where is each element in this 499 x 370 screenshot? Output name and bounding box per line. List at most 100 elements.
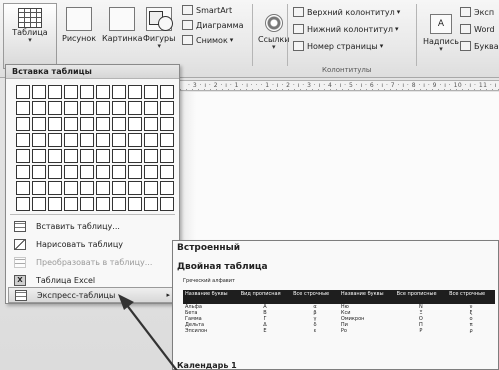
grid-cell[interactable] <box>144 197 158 211</box>
grid-cell[interactable] <box>160 117 174 131</box>
grid-cell[interactable] <box>64 181 78 195</box>
gallery-item-title[interactable]: Двойная таблица <box>177 262 268 272</box>
horizontal-ruler[interactable]: · 3 · ı · 2 · ı · 1 · ı · · · 1 · ı · 2 … <box>180 80 499 91</box>
grid-cell[interactable] <box>32 149 46 163</box>
grid-cell[interactable] <box>32 117 46 131</box>
grid-cell[interactable] <box>96 101 110 115</box>
grid-cell[interactable] <box>80 149 94 163</box>
grid-cell[interactable] <box>32 197 46 211</box>
grid-cell[interactable] <box>144 117 158 131</box>
grid-cell[interactable] <box>128 101 142 115</box>
grid-cell[interactable] <box>112 181 126 195</box>
textbox-button[interactable]: A Надпись ▾ <box>423 14 459 53</box>
grid-cell[interactable] <box>128 149 142 163</box>
grid-cell[interactable] <box>16 85 30 99</box>
grid-cell[interactable] <box>16 149 30 163</box>
grid-cell[interactable] <box>144 101 158 115</box>
grid-cell[interactable] <box>160 85 174 99</box>
table-size-grid[interactable] <box>16 85 174 211</box>
double-table-preview[interactable]: Название буквы Вид прописная Все строчны… <box>183 290 495 334</box>
grid-cell[interactable] <box>144 165 158 179</box>
page-number-button[interactable]: Номер страницы ▾ <box>293 40 383 52</box>
grid-cell[interactable] <box>16 165 30 179</box>
grid-cell[interactable] <box>32 165 46 179</box>
grid-cell[interactable] <box>112 117 126 131</box>
grid-cell[interactable] <box>96 117 110 131</box>
grid-cell[interactable] <box>48 149 62 163</box>
grid-cell[interactable] <box>160 181 174 195</box>
shapes-button[interactable]: Фигуры ▾ <box>143 7 175 50</box>
grid-cell[interactable] <box>48 133 62 147</box>
grid-cell[interactable] <box>16 117 30 131</box>
grid-cell[interactable] <box>64 85 78 99</box>
grid-cell[interactable] <box>144 181 158 195</box>
grid-cell[interactable] <box>128 197 142 211</box>
dropcap-button[interactable]: Буква <box>460 40 499 52</box>
grid-cell[interactable] <box>128 181 142 195</box>
grid-cell[interactable] <box>80 181 94 195</box>
grid-cell[interactable] <box>128 133 142 147</box>
grid-cell[interactable] <box>64 133 78 147</box>
grid-cell[interactable] <box>16 133 30 147</box>
grid-cell[interactable] <box>160 149 174 163</box>
grid-cell[interactable] <box>96 165 110 179</box>
grid-cell[interactable] <box>80 101 94 115</box>
chart-button[interactable]: Диаграмма <box>182 19 244 31</box>
gallery-item-calendar[interactable]: Календарь 1 <box>177 361 237 369</box>
grid-cell[interactable] <box>64 197 78 211</box>
grid-cell[interactable] <box>112 149 126 163</box>
grid-cell[interactable] <box>48 165 62 179</box>
grid-cell[interactable] <box>80 85 94 99</box>
grid-cell[interactable] <box>48 181 62 195</box>
grid-cell[interactable] <box>48 197 62 211</box>
grid-cell[interactable] <box>112 197 126 211</box>
grid-cell[interactable] <box>128 85 142 99</box>
grid-cell[interactable] <box>96 85 110 99</box>
grid-cell[interactable] <box>144 149 158 163</box>
grid-cell[interactable] <box>96 197 110 211</box>
grid-cell[interactable] <box>128 165 142 179</box>
grid-cell[interactable] <box>48 101 62 115</box>
grid-cell[interactable] <box>16 181 30 195</box>
menu-item-quick-tables[interactable]: Экспресс-таблицы ▸ <box>8 287 177 303</box>
grid-cell[interactable] <box>48 85 62 99</box>
express-blocks-button[interactable]: Эксп <box>460 6 494 18</box>
grid-cell[interactable] <box>16 197 30 211</box>
clipart-button[interactable]: Картинка <box>102 7 142 43</box>
grid-cell[interactable] <box>96 133 110 147</box>
grid-cell[interactable] <box>80 117 94 131</box>
grid-cell[interactable] <box>64 165 78 179</box>
grid-cell[interactable] <box>160 133 174 147</box>
header-button[interactable]: Верхний колонтитул ▾ <box>293 6 400 18</box>
grid-cell[interactable] <box>96 181 110 195</box>
grid-cell[interactable] <box>64 101 78 115</box>
links-button[interactable]: Ссылки ▾ <box>258 14 289 51</box>
grid-cell[interactable] <box>80 133 94 147</box>
grid-cell[interactable] <box>32 181 46 195</box>
grid-cell[interactable] <box>80 165 94 179</box>
menu-item-insert-table[interactable]: Вставить таблицу... <box>8 218 177 234</box>
footer-button[interactable]: Нижний колонтитул ▾ <box>293 23 398 35</box>
grid-cell[interactable] <box>80 197 94 211</box>
grid-cell[interactable] <box>112 85 126 99</box>
grid-cell[interactable] <box>32 133 46 147</box>
grid-cell[interactable] <box>32 101 46 115</box>
grid-cell[interactable] <box>16 101 30 115</box>
wordart-button[interactable]: Word <box>460 23 495 35</box>
menu-item-draw-table[interactable]: Нарисовать таблицу <box>8 236 177 252</box>
grid-cell[interactable] <box>144 85 158 99</box>
menu-item-excel-table[interactable]: X Таблица Excel <box>8 272 177 288</box>
table-button[interactable]: Таблица ▾ <box>3 3 57 69</box>
grid-cell[interactable] <box>48 117 62 131</box>
grid-cell[interactable] <box>144 133 158 147</box>
grid-cell[interactable] <box>64 149 78 163</box>
grid-cell[interactable] <box>160 101 174 115</box>
grid-cell[interactable] <box>128 117 142 131</box>
grid-cell[interactable] <box>112 101 126 115</box>
screenshot-button[interactable]: Снимок ▾ <box>182 34 233 46</box>
grid-cell[interactable] <box>160 197 174 211</box>
grid-cell[interactable] <box>112 133 126 147</box>
grid-cell[interactable] <box>64 117 78 131</box>
grid-cell[interactable] <box>112 165 126 179</box>
picture-button[interactable]: Рисунок <box>62 7 96 43</box>
